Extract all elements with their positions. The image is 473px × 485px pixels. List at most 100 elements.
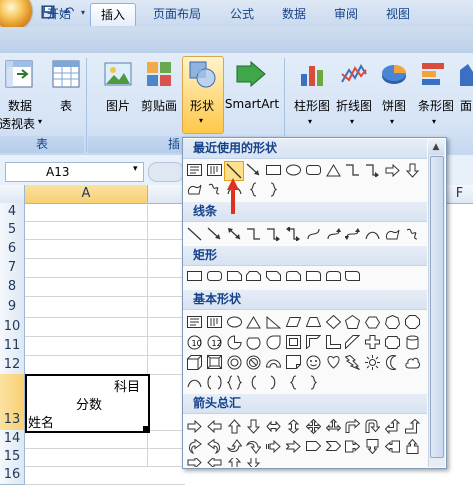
scribble-icon[interactable]	[404, 226, 421, 242]
hexagon-icon[interactable]	[364, 314, 381, 330]
row-header-11[interactable]: 11	[0, 336, 25, 356]
diamond-icon[interactable]	[325, 314, 342, 330]
down-arrow-icon[interactable]	[245, 418, 262, 434]
pivot-table-icon[interactable]	[5, 60, 33, 91]
column-chart-label[interactable]: 柱形图	[290, 97, 334, 114]
bar-chart-icon[interactable]	[420, 60, 448, 91]
snip-diag-icon[interactable]	[265, 268, 282, 284]
name-box[interactable]: A13	[5, 162, 144, 182]
chevron-icon[interactable]	[325, 438, 342, 454]
down-arrow-icon[interactable]	[245, 458, 262, 467]
right-callout-icon[interactable]	[344, 438, 361, 454]
pie-icon[interactable]	[226, 334, 243, 350]
tab-insert[interactable]: 插入	[90, 3, 136, 26]
lightning-icon[interactable]	[344, 354, 361, 370]
no-symbol-icon[interactable]	[245, 354, 262, 370]
curved-left-icon[interactable]	[206, 438, 223, 454]
can-icon[interactable]	[404, 334, 421, 350]
rectangle-icon[interactable]	[186, 268, 203, 284]
pie-chart-label[interactable]: 饼图	[378, 97, 410, 114]
octagon-icon[interactable]	[404, 314, 421, 330]
row-header-16[interactable]: 16	[0, 466, 25, 485]
arrow-line-icon[interactable]	[245, 162, 262, 178]
smartart-label[interactable]: SmartArt	[224, 97, 280, 111]
column-header-b[interactable]	[148, 185, 183, 203]
right-brace-icon[interactable]	[305, 374, 322, 390]
scroll-up-arrow-icon[interactable]: ▲	[428, 139, 444, 155]
shapes-dropdown-icon[interactable]: ▾	[199, 116, 203, 125]
oval-icon[interactable]	[285, 162, 302, 178]
area-chart-label[interactable]: 面	[459, 97, 473, 114]
bent-arrow-icon[interactable]	[344, 418, 361, 434]
tab-data[interactable]: 数据	[274, 3, 314, 25]
left-bracket-icon[interactable]	[245, 374, 262, 390]
bar-chart-dropdown-icon[interactable]: ▾	[432, 117, 436, 126]
tab-page-layout[interactable]: 页面布局	[144, 3, 210, 25]
down-callout-icon[interactable]	[364, 438, 381, 454]
curved-right-icon[interactable]	[186, 438, 203, 454]
clipart-icon[interactable]	[145, 60, 173, 91]
rounded-rect-icon[interactable]	[305, 162, 322, 178]
notched-right-icon[interactable]	[285, 438, 302, 454]
elbow-double-icon[interactable]	[285, 226, 302, 242]
quad-arrow-icon[interactable]	[305, 418, 322, 434]
up-down-arrow-icon[interactable]	[285, 418, 302, 434]
u-turn-icon[interactable]	[364, 418, 381, 434]
left-right-up-icon[interactable]	[325, 418, 342, 434]
name-box-dropdown-icon[interactable]: ▾	[133, 164, 138, 174]
down-arrow-icon[interactable]	[404, 162, 421, 178]
curve-double-icon[interactable]	[344, 226, 361, 242]
shapes-icon[interactable]	[188, 60, 216, 91]
plaque-icon[interactable]	[384, 334, 401, 350]
curved-up-icon[interactable]	[226, 438, 243, 454]
table-icon[interactable]	[52, 60, 80, 91]
pentagon-arrow-icon[interactable]	[305, 438, 322, 454]
tab-home[interactable]: 开始	[38, 3, 80, 25]
donut-icon[interactable]	[226, 354, 243, 370]
elbow-arrow-icon[interactable]	[364, 162, 381, 178]
pivot-table-label-1[interactable]: 数据	[4, 97, 36, 114]
line-chart-icon[interactable]	[340, 60, 368, 91]
freeform-icon[interactable]	[384, 226, 401, 242]
column-header-f[interactable]: F	[446, 185, 473, 203]
up-arrow-icon[interactable]	[226, 458, 243, 467]
column-chart-icon[interactable]	[298, 60, 326, 91]
round-corner-icon[interactable]	[305, 268, 322, 284]
left-callout-icon[interactable]	[384, 438, 401, 454]
pivot-table-label-2[interactable]: 透视表	[0, 115, 40, 132]
clipart-label[interactable]: 剪贴画	[138, 97, 180, 114]
oval-icon[interactable]	[226, 314, 243, 330]
round-same-icon[interactable]	[325, 268, 342, 284]
select-all-corner[interactable]	[0, 185, 25, 203]
folded-corner-icon[interactable]	[285, 354, 302, 370]
cross-icon[interactable]	[364, 334, 381, 350]
block-arc-icon[interactable]	[265, 354, 282, 370]
right-bracket-icon[interactable]	[265, 374, 282, 390]
pie-chart-dropdown-icon[interactable]: ▾	[390, 117, 394, 126]
chord-icon[interactable]	[245, 334, 262, 350]
scroll-thumb[interactable]	[430, 156, 444, 458]
up-callout-icon[interactable]	[404, 438, 421, 454]
smartart-icon[interactable]	[235, 60, 267, 91]
arrow-icon[interactable]	[206, 226, 223, 242]
formula-bar-splitter[interactable]	[148, 162, 184, 182]
tab-view[interactable]: 视图	[378, 3, 418, 25]
right-arrow-icon[interactable]	[186, 418, 203, 434]
right-triangle-icon[interactable]	[265, 314, 282, 330]
row-header-13[interactable]: 13	[0, 374, 25, 431]
half-frame-icon[interactable]	[305, 334, 322, 350]
cube-icon[interactable]	[186, 354, 203, 370]
double-brace-icon[interactable]	[226, 374, 243, 390]
decagon-icon[interactable]: 10	[186, 334, 203, 350]
row-header-10[interactable]: 10	[0, 317, 25, 337]
heart-icon[interactable]	[325, 354, 342, 370]
freeform-icon[interactable]	[186, 181, 203, 197]
triangle-icon[interactable]	[245, 314, 262, 330]
curve-arrow-icon[interactable]	[325, 226, 342, 242]
pentagon-icon[interactable]	[344, 314, 361, 330]
left-brace-icon[interactable]	[245, 181, 262, 197]
rectangle-icon[interactable]	[265, 162, 282, 178]
parallelogram-icon[interactable]	[285, 314, 302, 330]
tab-formulas[interactable]: 公式	[222, 3, 262, 25]
heptagon-icon[interactable]	[384, 314, 401, 330]
